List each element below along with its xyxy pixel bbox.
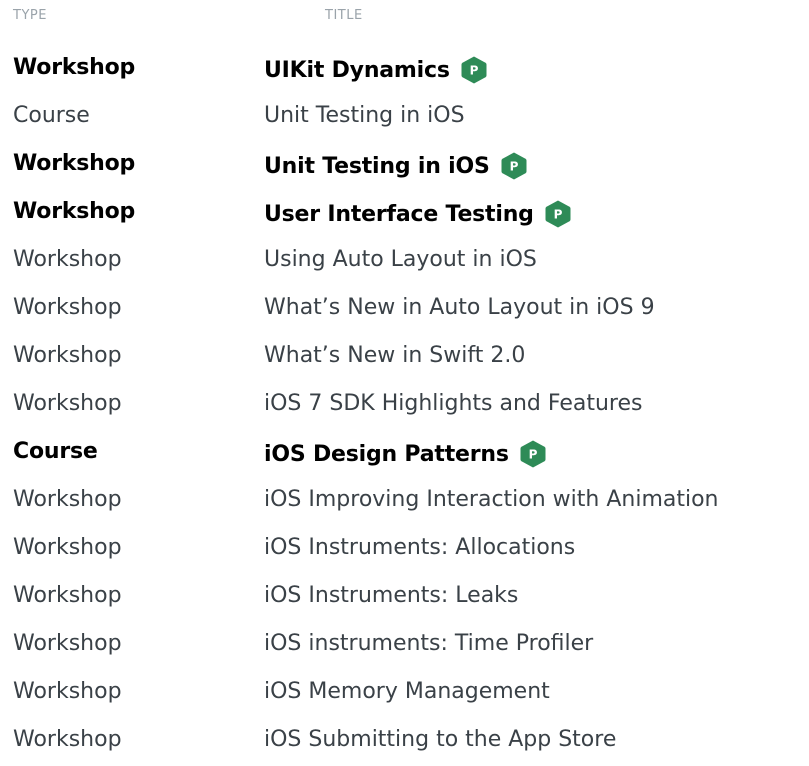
table-row[interactable]: Workshop Using Auto Layout in iOS <box>13 238 809 286</box>
svg-text:P: P <box>528 448 537 462</box>
row-title[interactable]: iOS Instruments: Leaks <box>264 583 518 608</box>
row-type: Workshop <box>13 487 122 512</box>
table-row[interactable]: Workshop User Interface Testing P <box>13 190 809 238</box>
table-row[interactable]: Workshop iOS Improving Interaction with … <box>13 478 809 526</box>
row-title[interactable]: iOS instruments: Time Profiler <box>264 631 593 656</box>
table-header: TYPE TITLE <box>13 8 803 28</box>
row-type: Workshop <box>13 55 136 80</box>
row-title[interactable]: iOS Instruments: Allocations <box>264 535 575 560</box>
row-type: Workshop <box>13 343 122 368</box>
row-title-text: iOS instruments: Time Profiler <box>264 631 594 656</box>
row-title[interactable]: User Interface Testing P <box>264 199 572 229</box>
row-title[interactable]: iOS 7 SDK Highlights and Features <box>264 391 642 416</box>
pro-badge-icon: P <box>500 151 528 181</box>
row-type: Workshop <box>13 247 122 272</box>
table-row[interactable]: Workshop iOS Memory Management <box>13 670 809 718</box>
title-column-header: TITLE <box>325 8 363 23</box>
row-type: Course <box>13 439 98 464</box>
svg-text:P: P <box>509 160 518 174</box>
row-title[interactable]: Unit Testing in iOS <box>264 103 465 128</box>
row-title-text: UIKit Dynamics <box>264 57 450 83</box>
row-title[interactable]: iOS Improving Interaction with Animation <box>264 487 719 512</box>
table-body: Workshop UIKit Dynamics P Course Unit Te… <box>13 46 809 766</box>
table-row[interactable]: Workshop What’s New in Auto Layout in iO… <box>13 286 809 334</box>
row-title-text: Unit Testing in iOS <box>264 153 490 179</box>
row-title-text: What’s New in Auto Layout in iOS 9 <box>264 295 655 320</box>
row-title-text: iOS 7 SDK Highlights and Features <box>264 391 643 416</box>
row-title-text: iOS Design Patterns <box>264 441 509 467</box>
svg-text:P: P <box>553 208 562 222</box>
row-type: Workshop <box>13 535 122 560</box>
svg-text:P: P <box>469 64 478 78</box>
row-type: Workshop <box>13 151 136 176</box>
type-column-header: TYPE <box>13 8 47 23</box>
row-type: Workshop <box>13 199 136 224</box>
row-title-text: Using Auto Layout in iOS <box>264 247 537 272</box>
row-type: Course <box>13 103 90 128</box>
row-title[interactable]: iOS Submitting to the App Store <box>264 727 616 752</box>
row-title-text: iOS Instruments: Leaks <box>264 583 519 608</box>
table-row[interactable]: Workshop iOS Submitting to the App Store <box>13 718 809 766</box>
row-title[interactable]: What’s New in Auto Layout in iOS 9 <box>264 295 655 320</box>
row-type: Workshop <box>13 631 122 656</box>
table-row[interactable]: Course Unit Testing in iOS <box>13 94 809 142</box>
row-title[interactable]: iOS Design Patterns P <box>264 439 547 469</box>
table-row[interactable]: Workshop iOS 7 SDK Highlights and Featur… <box>13 382 809 430</box>
table-row[interactable]: Workshop UIKit Dynamics P <box>13 46 809 94</box>
pro-badge-icon: P <box>544 199 572 229</box>
table-row[interactable]: Workshop iOS instruments: Time Profiler <box>13 622 809 670</box>
row-title[interactable]: UIKit Dynamics P <box>264 55 488 85</box>
pro-badge-icon: P <box>519 439 547 469</box>
row-title[interactable]: iOS Memory Management <box>264 679 550 704</box>
row-title-text: What’s New in Swift 2.0 <box>264 343 526 368</box>
row-type: Workshop <box>13 583 122 608</box>
table-row[interactable]: Workshop iOS Instruments: Allocations <box>13 526 809 574</box>
row-title-text: Unit Testing in iOS <box>264 103 465 128</box>
row-title-text: iOS Instruments: Allocations <box>264 535 576 560</box>
row-title[interactable]: Using Auto Layout in iOS <box>264 247 537 272</box>
row-title-text: User Interface Testing <box>264 201 534 227</box>
content-catalog-table: TYPE TITLE Workshop UIKit Dynamics P Cou… <box>0 0 809 755</box>
row-type: Workshop <box>13 727 122 752</box>
row-type: Workshop <box>13 295 122 320</box>
row-title[interactable]: What’s New in Swift 2.0 <box>264 343 525 368</box>
row-title-text: iOS Memory Management <box>264 679 550 704</box>
table-row[interactable]: Workshop iOS Instruments: Leaks <box>13 574 809 622</box>
row-type: Workshop <box>13 391 122 416</box>
table-row[interactable]: Workshop What’s New in Swift 2.0 <box>13 334 809 382</box>
table-row[interactable]: Course iOS Design Patterns P <box>13 430 809 478</box>
pro-badge-icon: P <box>460 55 488 85</box>
row-type: Workshop <box>13 679 122 704</box>
row-title[interactable]: Unit Testing in iOS P <box>264 151 528 181</box>
row-title-text: iOS Improving Interaction with Animation <box>264 487 719 512</box>
row-title-text: iOS Submitting to the App Store <box>264 727 617 752</box>
table-row[interactable]: Workshop Unit Testing in iOS P <box>13 142 809 190</box>
